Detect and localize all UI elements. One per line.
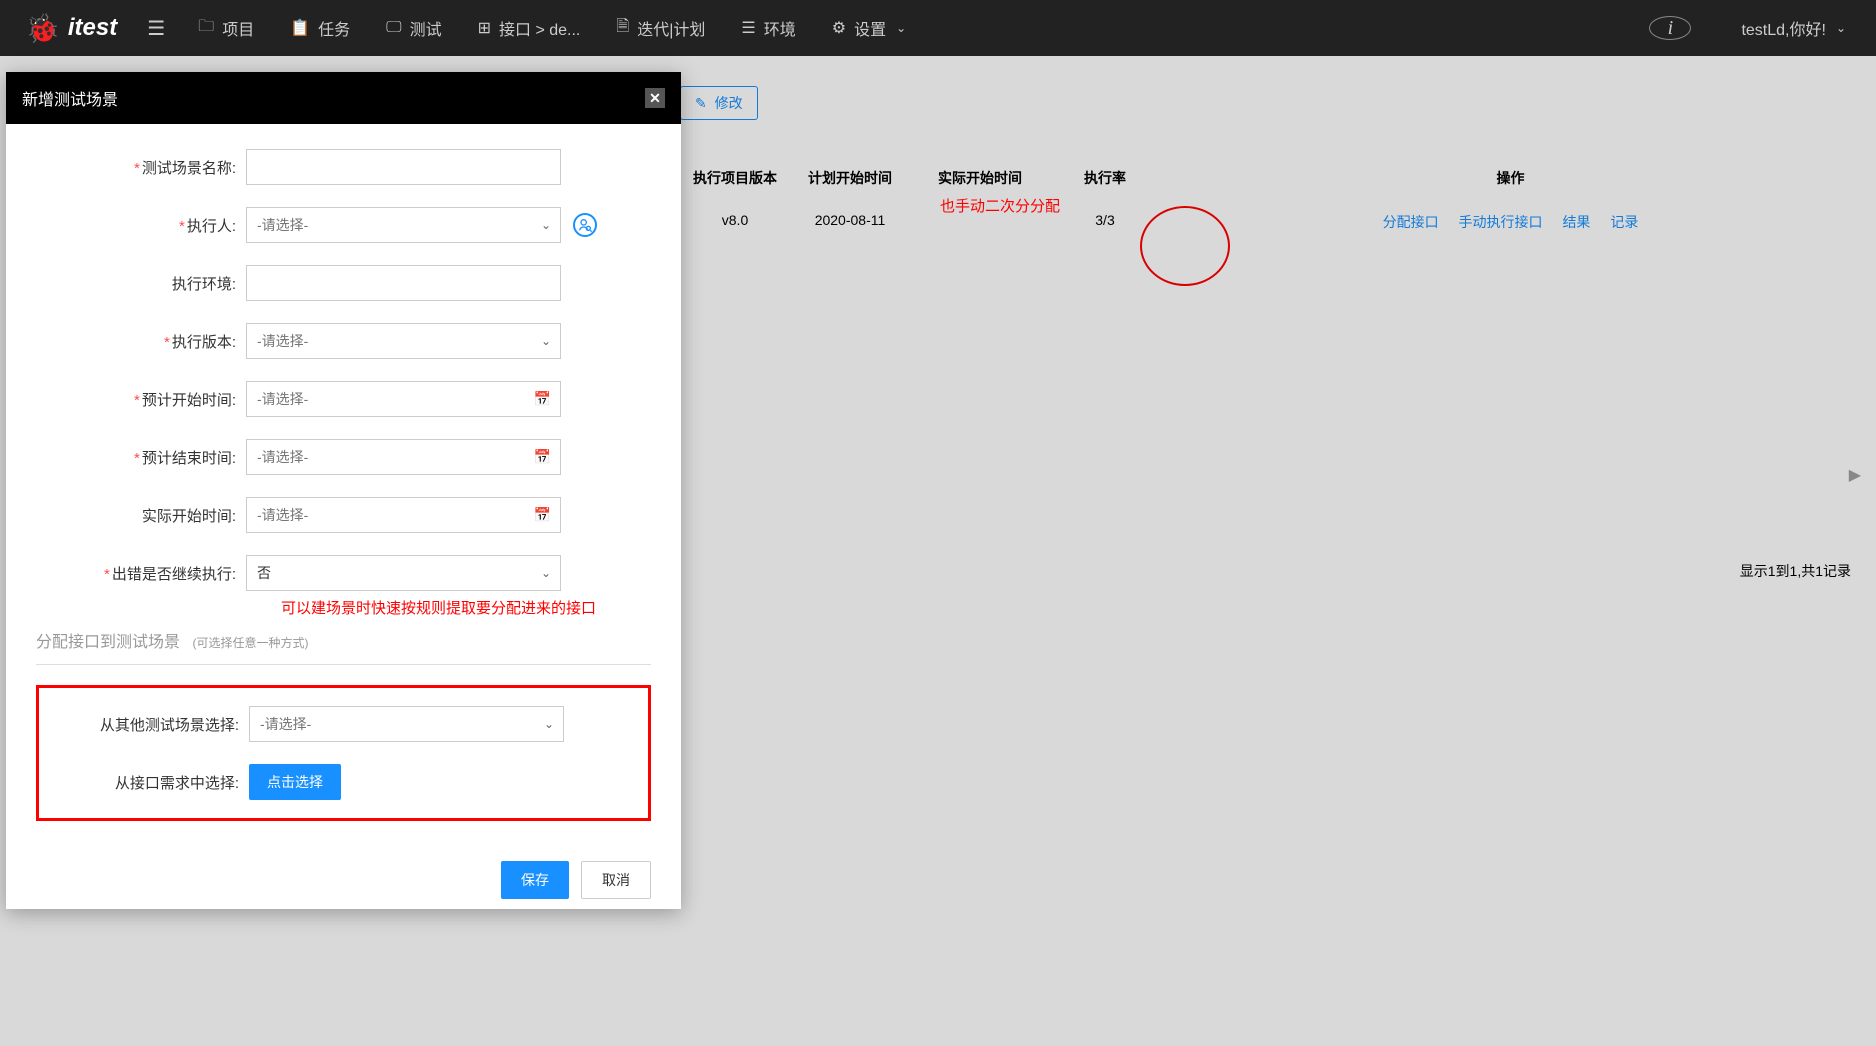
logo-area[interactable]: 🐞 itest bbox=[10, 12, 132, 45]
gear-icon: ⚙ bbox=[832, 18, 846, 38]
input-plan-end[interactable] bbox=[246, 439, 561, 475]
label-from-other-scene: 从其他测试场景选择: bbox=[39, 714, 249, 735]
nav-settings-label: 设置 bbox=[854, 16, 886, 40]
row-continue-on-error: *出错是否继续执行: ⌄ bbox=[36, 555, 651, 591]
api-icon: ⊞ bbox=[478, 18, 491, 38]
row-from-requirement: 从接口需求中选择: 点击选择 bbox=[39, 764, 648, 800]
user-search-icon[interactable] bbox=[573, 213, 597, 237]
annotation-text-1: 也手动二次分分配 bbox=[940, 195, 1060, 216]
label-plan-start: *预计开始时间: bbox=[36, 389, 246, 410]
input-plan-start[interactable] bbox=[246, 381, 561, 417]
row-env: 执行环境: bbox=[36, 265, 651, 301]
chevron-down-icon: ⌄ bbox=[1836, 21, 1846, 35]
modal-body: *测试场景名称: *执行人: ⌄ 执行环境: *执行版本: ⌄ bbox=[6, 124, 681, 861]
section-title: 分配接口到测试场景 (可选择任意一种方式) bbox=[36, 628, 651, 652]
top-navbar: 🐞 itest ☰ 🗀 项目 📋 任务 🖵 测试 ⊞ 接口 > de... 🗎 … bbox=[0, 0, 1876, 56]
select-executor[interactable] bbox=[246, 207, 561, 243]
nav-iteration[interactable]: 🗎 迭代|计划 bbox=[598, 0, 723, 56]
document-icon: 🗎 bbox=[616, 15, 629, 42]
click-select-button[interactable]: 点击选择 bbox=[249, 764, 341, 800]
nav-test-label: 测试 bbox=[410, 16, 442, 40]
select-continue-on-error[interactable] bbox=[246, 555, 561, 591]
label-actual-start: 实际开始时间: bbox=[36, 505, 246, 526]
row-plan-end: *预计结束时间: 📅 bbox=[36, 439, 651, 475]
label-plan-end: *预计结束时间: bbox=[36, 447, 246, 468]
section-divider bbox=[36, 664, 651, 665]
input-actual-start[interactable] bbox=[246, 497, 561, 533]
label-env: 执行环境: bbox=[36, 273, 246, 294]
label-version: *执行版本: bbox=[36, 331, 246, 352]
nav-iteration-label: 迭代|计划 bbox=[637, 16, 705, 40]
new-test-scene-modal: 新增测试场景 ✕ *测试场景名称: *执行人: ⌄ 执行环境: *执行版本: bbox=[6, 72, 681, 909]
hamburger-icon[interactable]: ☰ bbox=[132, 16, 180, 41]
nav-env[interactable]: ☰ 环境 bbox=[723, 0, 813, 56]
annotation-red-box: 从其他测试场景选择: ⌄ 从接口需求中选择: 点击选择 bbox=[36, 685, 651, 821]
row-scene-name: *测试场景名称: bbox=[36, 149, 651, 185]
input-env[interactable] bbox=[246, 265, 561, 301]
close-button[interactable]: ✕ bbox=[645, 88, 665, 108]
nav-interface[interactable]: ⊞ 接口 > de... bbox=[460, 0, 599, 56]
nav-interface-label: 接口 > de... bbox=[499, 16, 580, 40]
row-executor: *执行人: ⌄ bbox=[36, 207, 651, 243]
user-greeting: testLd,你好! bbox=[1741, 16, 1825, 40]
logo-text: itest bbox=[68, 14, 117, 42]
nav-test[interactable]: 🖵 测试 bbox=[368, 0, 459, 56]
label-executor: *执行人: bbox=[36, 215, 246, 236]
bug-icon: 🐞 bbox=[25, 12, 60, 45]
nav-settings[interactable]: ⚙ 设置 ⌄ bbox=[814, 0, 924, 56]
folder-icon: 🗀 bbox=[198, 15, 214, 42]
label-continue-on-error: *出错是否继续执行: bbox=[36, 563, 246, 584]
save-button[interactable]: 保存 bbox=[501, 861, 569, 899]
select-from-other-scene[interactable] bbox=[249, 706, 564, 742]
nav-task[interactable]: 📋 任务 bbox=[272, 0, 368, 56]
nav-task-label: 任务 bbox=[318, 16, 350, 40]
cancel-button[interactable]: 取消 bbox=[581, 861, 651, 899]
modal-footer: 保存 取消 bbox=[6, 861, 681, 909]
row-version: *执行版本: ⌄ bbox=[36, 323, 651, 359]
monitor-icon: 🖵 bbox=[386, 19, 401, 37]
nav-env-label: 环境 bbox=[764, 16, 796, 40]
row-plan-start: *预计开始时间: 📅 bbox=[36, 381, 651, 417]
nav-project-label: 项目 bbox=[222, 16, 254, 40]
scroll-right-arrow[interactable]: ▶ bbox=[1849, 465, 1861, 485]
clipboard-icon: 📋 bbox=[290, 18, 310, 38]
user-menu[interactable]: testLd,你好! ⌄ bbox=[1721, 16, 1866, 40]
section-subtitle: (可选择任意一种方式) bbox=[192, 636, 308, 650]
label-from-requirement: 从接口需求中选择: bbox=[39, 772, 249, 793]
input-scene-name[interactable] bbox=[246, 149, 561, 185]
row-from-other-scene: 从其他测试场景选择: ⌄ bbox=[39, 706, 648, 742]
modal-header: 新增测试场景 ✕ bbox=[6, 72, 681, 124]
label-scene-name: *测试场景名称: bbox=[36, 157, 246, 178]
row-actual-start: 实际开始时间: 📅 bbox=[36, 497, 651, 533]
info-icon[interactable]: i bbox=[1649, 16, 1691, 40]
annotation-text-2: 可以建场景时快速按规则提取要分配进来的接口 bbox=[281, 597, 651, 618]
modal-title: 新增测试场景 bbox=[22, 86, 118, 110]
select-version[interactable] bbox=[246, 323, 561, 359]
server-icon: ☰ bbox=[741, 18, 755, 38]
nav-project[interactable]: 🗀 项目 bbox=[180, 0, 272, 56]
chevron-down-icon: ⌄ bbox=[896, 21, 906, 35]
